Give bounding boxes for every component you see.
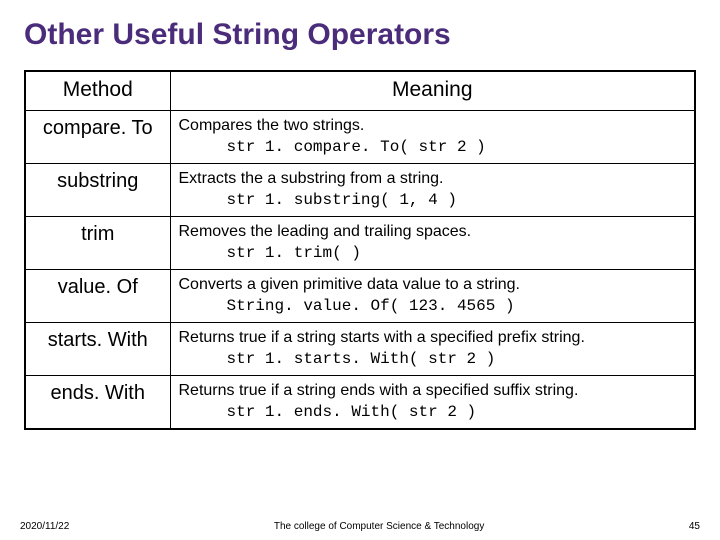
slide-footer: 2020/11/22 The college of Computer Scien…	[0, 521, 720, 532]
meaning-desc: Returns true if a string starts with a s…	[179, 329, 585, 346]
footer-center: The college of Computer Science & Techno…	[69, 521, 689, 532]
method-meaning: Compares the two strings. str 1. compare…	[170, 111, 695, 164]
meaning-code: str 1. starts. With( str 2 )	[179, 349, 687, 369]
meaning-code: String. value. Of( 123. 4565 )	[179, 296, 687, 316]
method-name: compare. To	[25, 111, 170, 164]
methods-table: Method Meaning compare. To Compares the …	[24, 70, 696, 430]
meaning-code: str 1. trim( )	[179, 243, 687, 263]
meaning-desc: Converts a given primitive data value to…	[179, 276, 521, 293]
table-row: ends. With Returns true if a string ends…	[25, 376, 695, 430]
method-meaning: Converts a given primitive data value to…	[170, 270, 695, 323]
table-row: substring Extracts the a substring from …	[25, 164, 695, 217]
method-name: trim	[25, 217, 170, 270]
header-meaning: Meaning	[170, 71, 695, 111]
meaning-desc: Removes the leading and trailing spaces.	[179, 223, 472, 240]
meaning-desc: Returns true if a string ends with a spe…	[179, 382, 579, 399]
method-name: ends. With	[25, 376, 170, 430]
table-header-row: Method Meaning	[25, 71, 695, 111]
footer-page: 45	[689, 521, 700, 532]
method-name: starts. With	[25, 323, 170, 376]
method-name: substring	[25, 164, 170, 217]
method-meaning: Returns true if a string starts with a s…	[170, 323, 695, 376]
method-meaning: Extracts the a substring from a string. …	[170, 164, 695, 217]
meaning-code: str 1. substring( 1, 4 )	[179, 190, 687, 210]
header-method: Method	[25, 71, 170, 111]
meaning-code: str 1. ends. With( str 2 )	[179, 402, 687, 422]
footer-date: 2020/11/22	[20, 521, 69, 532]
table-row: starts. With Returns true if a string st…	[25, 323, 695, 376]
meaning-desc: Extracts the a substring from a string.	[179, 170, 444, 187]
method-meaning: Removes the leading and trailing spaces.…	[170, 217, 695, 270]
slide-title: Other Useful String Operators	[24, 18, 696, 52]
meaning-desc: Compares the two strings.	[179, 117, 365, 134]
method-meaning: Returns true if a string ends with a spe…	[170, 376, 695, 430]
table-row: trim Removes the leading and trailing sp…	[25, 217, 695, 270]
table-row: compare. To Compares the two strings. st…	[25, 111, 695, 164]
method-name: value. Of	[25, 270, 170, 323]
table-row: value. Of Converts a given primitive dat…	[25, 270, 695, 323]
meaning-code: str 1. compare. To( str 2 )	[179, 137, 687, 157]
